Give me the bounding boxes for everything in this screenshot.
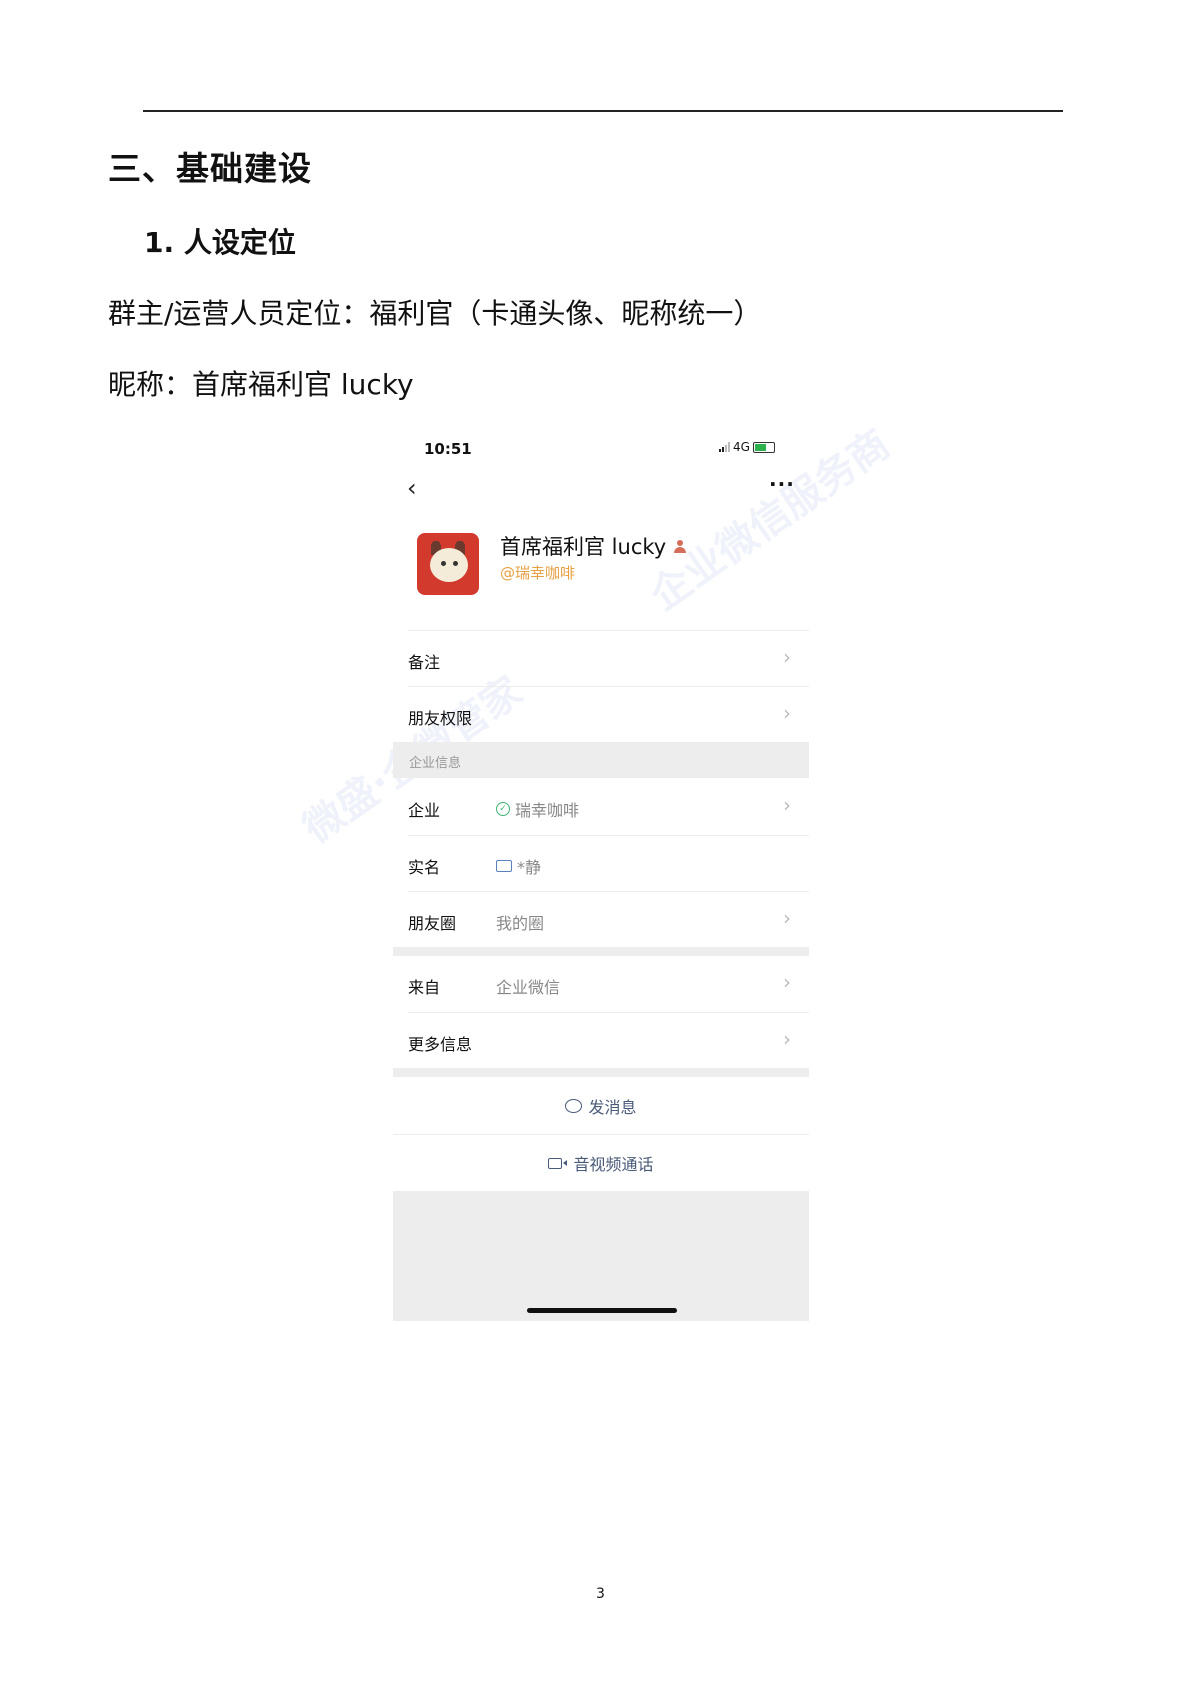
- row-value: 我的圈: [496, 914, 545, 933]
- person-icon: [674, 539, 687, 553]
- status-time: 10:51: [424, 440, 472, 458]
- back-icon[interactable]: ‹: [407, 474, 417, 502]
- company-name: 瑞幸咖啡: [515, 801, 580, 820]
- video-camera-icon: [548, 1157, 568, 1169]
- row-label: 企业: [408, 801, 441, 820]
- divider-gap: [393, 947, 809, 956]
- paragraph-nickname: 昵称：首席福利官 lucky: [108, 368, 414, 401]
- send-message-button[interactable]: 发消息: [393, 1078, 809, 1134]
- row-label: 更多信息: [408, 1035, 473, 1054]
- profile-name: 首席福利官 lucky: [500, 535, 667, 559]
- row-label: 朋友权限: [408, 709, 473, 728]
- row-friend-permission[interactable]: 朋友权限 ›: [408, 686, 809, 743]
- av-call-label: 音视频通话: [573, 1155, 654, 1174]
- bottom-blank-area: [393, 1191, 809, 1321]
- row-moments[interactable]: 朋友圈 我的圈 ›: [408, 891, 809, 948]
- signal-icon: [719, 442, 730, 452]
- network-label: 4G: [733, 440, 750, 454]
- chevron-right-icon: ›: [783, 793, 791, 817]
- paragraph-positioning: 群主/运营人员定位：福利官（卡通头像、昵称统一）: [108, 297, 762, 330]
- send-message-label: 发消息: [588, 1098, 637, 1117]
- home-indicator: [527, 1308, 677, 1313]
- subsection-title: 1. 人设定位: [144, 226, 296, 259]
- row-label: 实名: [408, 858, 441, 877]
- avatar-face: [430, 548, 468, 582]
- row-from[interactable]: 来自 企业微信 ›: [408, 956, 809, 1012]
- row-value: ✓ 瑞幸咖啡: [496, 797, 579, 821]
- chevron-right-icon: ›: [783, 645, 791, 669]
- chevron-right-icon: ›: [783, 1027, 791, 1051]
- av-call-button[interactable]: 音视频通话: [393, 1134, 809, 1191]
- chevron-right-icon: ›: [783, 906, 791, 930]
- avatar[interactable]: [417, 533, 479, 595]
- row-label: 备注: [408, 653, 441, 672]
- profile-org: @瑞幸咖啡: [500, 564, 576, 582]
- id-card-icon: [496, 860, 512, 872]
- row-remark[interactable]: 备注 ›: [408, 630, 809, 687]
- page-number: 3: [596, 1586, 605, 1602]
- row-label: 来自: [408, 978, 441, 997]
- section-label: 企业信息: [409, 756, 462, 771]
- avatar-eye: [453, 561, 458, 566]
- chat-bubble-icon: [565, 1099, 583, 1113]
- row-company[interactable]: 企业 ✓ 瑞幸咖啡 ›: [408, 779, 809, 835]
- battery-icon: [752, 441, 775, 453]
- header-rule: [143, 110, 1063, 112]
- phone-screenshot: 10:51 4G ‹ ··· 微盛·企微管家 企业微信服务商 首席福利官 luc…: [295, 421, 898, 1321]
- row-value: *静: [496, 854, 541, 878]
- verified-shield-icon: ✓: [496, 802, 510, 816]
- section-title: 三、基础建设: [108, 149, 312, 188]
- chevron-right-icon: ›: [783, 970, 791, 994]
- row-realname: 实名 *静: [408, 835, 809, 892]
- row-value: 企业微信: [496, 978, 561, 997]
- profile-name-row: 首席福利官 lucky: [500, 531, 687, 561]
- row-label: 朋友圈: [408, 914, 457, 933]
- status-bar-right: 4G: [719, 440, 775, 454]
- chevron-right-icon: ›: [783, 701, 791, 725]
- avatar-eye: [441, 561, 446, 566]
- divider-gap: [393, 1068, 809, 1077]
- realname-value: *静: [517, 858, 542, 877]
- row-more-info[interactable]: 更多信息 ›: [408, 1012, 809, 1069]
